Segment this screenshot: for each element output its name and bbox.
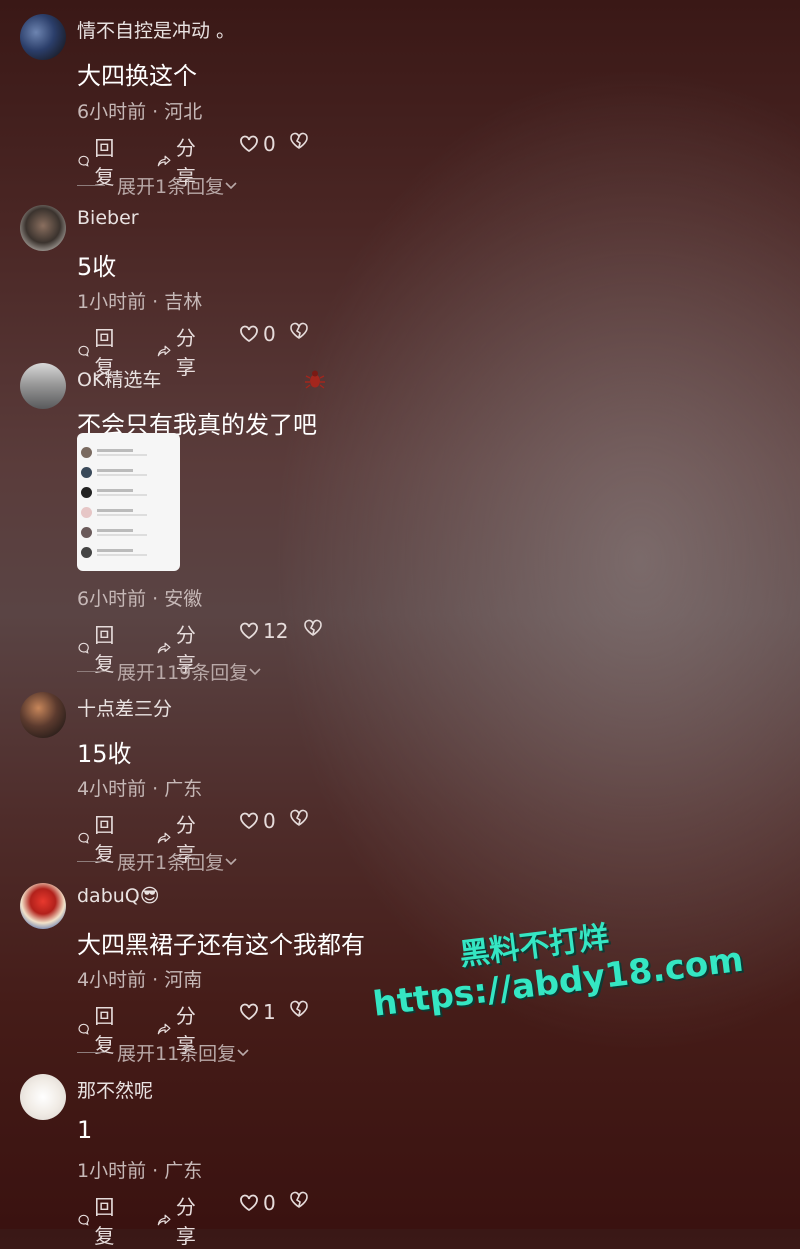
heart-icon xyxy=(240,1194,258,1212)
heart-icon xyxy=(240,135,258,153)
avatar[interactable] xyxy=(20,14,66,60)
like-count: 0 xyxy=(263,132,276,156)
avatar[interactable] xyxy=(20,363,66,409)
reply-icon xyxy=(78,345,89,357)
dislike-button[interactable] xyxy=(289,1191,309,1209)
share-icon xyxy=(157,155,171,167)
share-button[interactable]: 分享 xyxy=(157,1191,203,1249)
broken-heart-icon xyxy=(290,1000,308,1017)
comment-meta: 6小时前 · 安徽 xyxy=(77,588,203,610)
heart-icon xyxy=(240,325,258,343)
comment-text: 大四换这个 xyxy=(77,62,197,90)
reply-icon xyxy=(78,155,89,167)
dislike-button[interactable] xyxy=(303,619,323,637)
dislike-button[interactable] xyxy=(289,1000,309,1018)
share-button[interactable]: 分享 xyxy=(157,322,203,380)
dislike-button[interactable] xyxy=(289,809,309,827)
share-icon xyxy=(157,642,171,654)
avatar[interactable] xyxy=(20,692,66,738)
like-count: 0 xyxy=(263,1191,276,1215)
like-count: 0 xyxy=(263,322,276,346)
broken-heart-icon xyxy=(304,619,322,636)
broken-heart-icon xyxy=(290,132,308,149)
chevron-down-icon xyxy=(237,1048,249,1056)
avatar[interactable] xyxy=(20,1074,66,1120)
comment-text: 大四黑裙子还有这个我都有 xyxy=(77,931,365,959)
expand-label: 展开1条回复 xyxy=(117,852,225,874)
like-count: 1 xyxy=(263,1000,276,1024)
like-count: 12 xyxy=(263,619,289,643)
expand-label: 展开1条回复 xyxy=(117,176,225,198)
like-button[interactable]: 0 xyxy=(239,322,276,346)
comment-text: 1 xyxy=(77,1116,93,1144)
comment-username[interactable]: 那不然呢 xyxy=(77,1076,153,1103)
chevron-down-icon xyxy=(225,857,237,865)
divider xyxy=(77,861,105,862)
comment-meta: 1小时前 · 广东 xyxy=(77,1160,203,1182)
broken-heart-icon xyxy=(290,322,308,339)
comment-meta: 4小时前 · 河南 xyxy=(77,969,203,991)
reply-icon xyxy=(78,832,89,844)
expand-label: 展开119条回复 xyxy=(117,662,249,684)
like-button[interactable]: 0 xyxy=(239,132,276,156)
heart-icon xyxy=(240,622,258,640)
broken-heart-icon xyxy=(290,1191,308,1208)
share-icon xyxy=(157,345,171,357)
share-icon xyxy=(157,1214,171,1226)
avatar[interactable] xyxy=(20,883,66,929)
bug-icon xyxy=(305,370,325,389)
expand-label: 展开11条回复 xyxy=(117,1043,237,1065)
expand-replies[interactable]: 展开1条回复 xyxy=(77,848,238,875)
like-count: 0 xyxy=(263,809,276,833)
comment-meta: 4小时前 · 广东 xyxy=(77,778,203,800)
divider xyxy=(77,1052,105,1053)
share-label: 分享 xyxy=(175,1195,196,1248)
like-button[interactable]: 12 xyxy=(239,619,288,643)
like-button[interactable]: 1 xyxy=(239,1000,276,1024)
expand-replies[interactable]: 展开119条回复 xyxy=(77,658,262,685)
comment-username[interactable]: 情不自控是冲动 。 xyxy=(77,16,235,43)
chevron-down-icon xyxy=(249,667,261,675)
reply-icon xyxy=(78,1023,89,1035)
share-icon xyxy=(157,832,171,844)
dislike-button[interactable] xyxy=(289,132,309,150)
share-icon xyxy=(157,1023,171,1035)
heart-icon xyxy=(240,812,258,830)
comment-image[interactable] xyxy=(77,433,180,571)
like-button[interactable]: 0 xyxy=(239,1191,276,1215)
divider xyxy=(77,671,105,672)
reply-icon xyxy=(78,1214,89,1226)
avatar[interactable] xyxy=(20,205,66,251)
share-label: 分享 xyxy=(175,326,196,379)
comment-meta: 6小时前 · 河北 xyxy=(77,101,203,123)
reply-button[interactable]: 回复 xyxy=(77,1191,121,1249)
expand-replies[interactable]: 展开11条回复 xyxy=(77,1039,250,1066)
comment-username[interactable]: Bieber xyxy=(77,207,139,229)
comment-username[interactable]: OK精选车 xyxy=(77,365,161,392)
chevron-down-icon xyxy=(225,181,237,189)
watermark: 黑料不打烊 https://abdy18.com xyxy=(360,884,754,1069)
comment-username[interactable]: 十点差三分 xyxy=(77,694,172,721)
like-button[interactable]: 0 xyxy=(239,809,276,833)
heart-icon xyxy=(240,1003,258,1021)
comment-meta: 1小时前 · 吉林 xyxy=(77,291,203,313)
comment-username[interactable]: dabuQ😎 xyxy=(77,885,160,907)
reply-icon xyxy=(78,642,89,654)
broken-heart-icon xyxy=(290,809,308,826)
expand-replies[interactable]: 展开1条回复 xyxy=(77,172,238,199)
comment-text: 5收 xyxy=(77,253,117,281)
comment-text: 15收 xyxy=(77,740,132,768)
dislike-button[interactable] xyxy=(289,322,309,340)
reply-label: 回复 xyxy=(94,1195,115,1248)
divider xyxy=(77,185,105,186)
